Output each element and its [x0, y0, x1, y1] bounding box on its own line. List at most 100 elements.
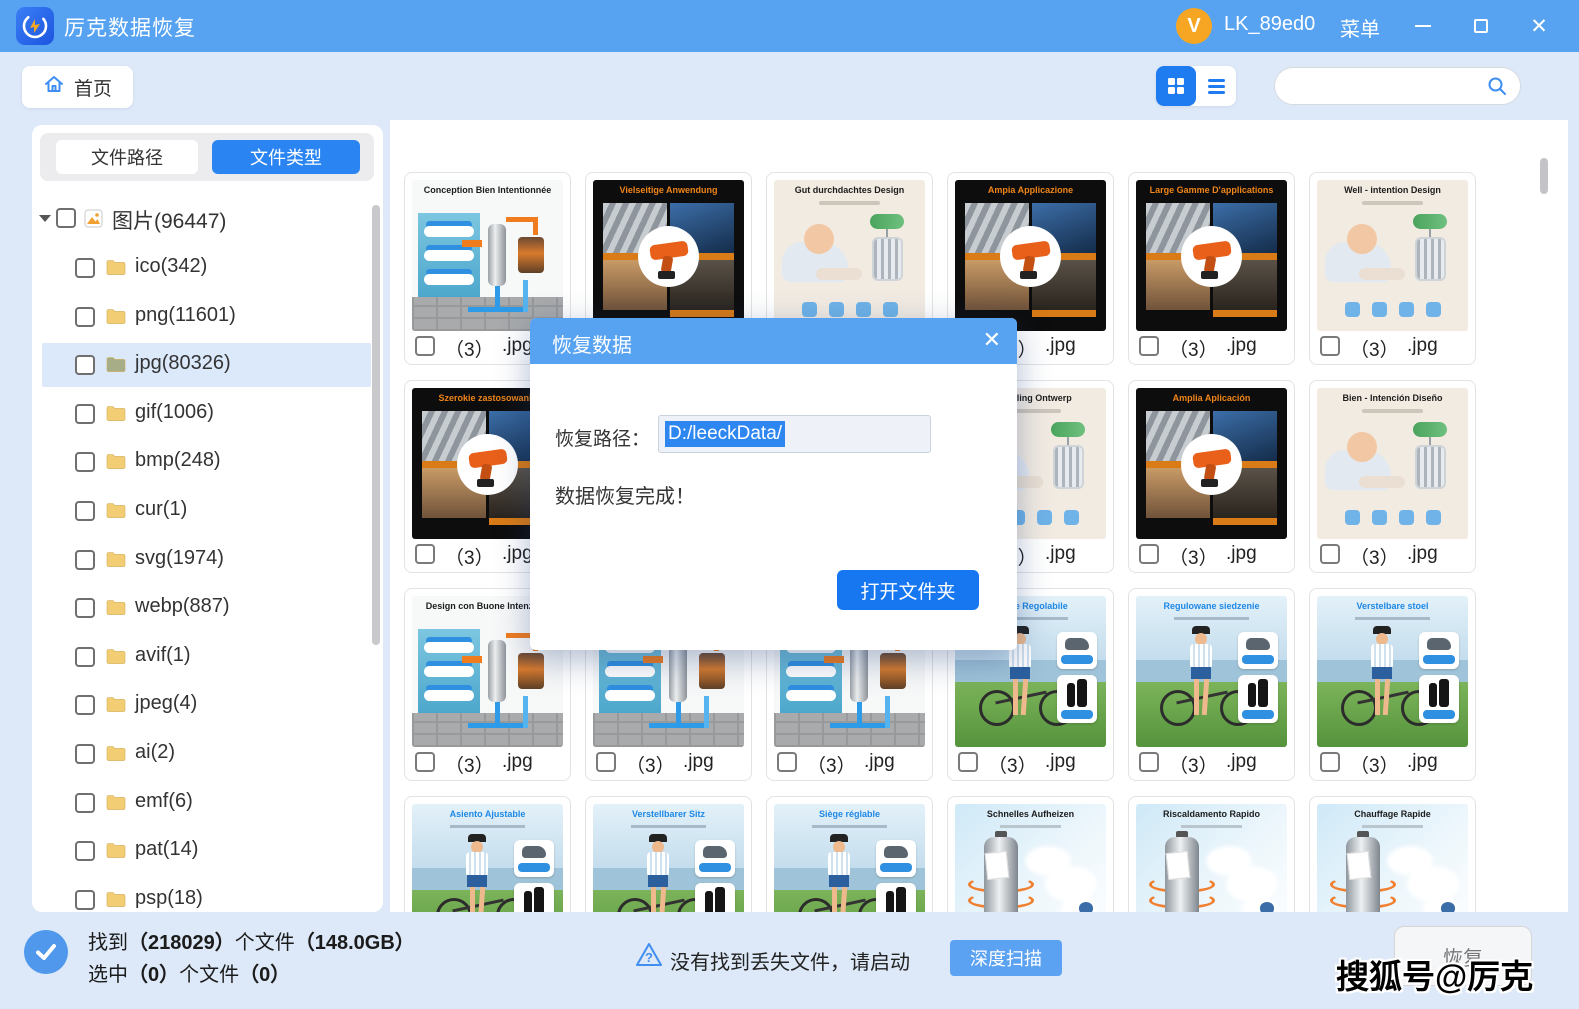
tree-checkbox[interactable] — [75, 550, 95, 570]
file-thumbnail[interactable]: Vielseitige Anwendung — [593, 180, 744, 331]
expander-icon[interactable] — [39, 215, 51, 222]
search-icon[interactable] — [1486, 75, 1508, 102]
file-checkbox[interactable] — [596, 752, 616, 772]
tree-item-ai[interactable]: ai(2) — [32, 732, 383, 776]
file-thumbnail[interactable]: Asiento Ajustable — [412, 804, 563, 912]
file-card[interactable]: Schnelles Aufheizen（3）.jpg — [947, 796, 1114, 912]
file-ext-label: .jpg — [1226, 543, 1257, 565]
tree-item-psp[interactable]: psp(18) — [32, 878, 383, 912]
tree-item-images[interactable]: 图片(96447) — [32, 196, 383, 240]
tree-checkbox[interactable] — [75, 258, 95, 278]
file-thumbnail[interactable]: Large Gamme D'applications — [1136, 180, 1287, 331]
tree-checkbox[interactable] — [75, 452, 95, 472]
tree-item-gif[interactable]: gif(1006) — [32, 392, 383, 436]
file-checkbox[interactable] — [415, 336, 435, 356]
file-card[interactable]: Regulowane siedzenie（3）.jpg — [1128, 588, 1295, 781]
file-thumbnail[interactable]: Conception Bien Intentionnée — [412, 180, 563, 331]
tree-checkbox[interactable] — [75, 890, 95, 910]
file-count-label: （3） — [1169, 543, 1218, 570]
menu-button[interactable]: 菜单 — [1340, 13, 1380, 42]
search-input[interactable] — [1274, 67, 1521, 105]
file-card[interactable]: Riscaldamento Rapido（3）.jpg — [1128, 796, 1295, 912]
file-checkbox[interactable] — [1139, 336, 1159, 356]
file-checkbox[interactable] — [415, 544, 435, 564]
tree-item-webp[interactable]: webp(887) — [32, 586, 383, 630]
deep-scan-button[interactable]: 深度扫描 — [950, 940, 1062, 976]
tree-item-jpeg[interactable]: jpeg(4) — [32, 683, 383, 727]
tab-file-type[interactable]: 文件类型 — [212, 140, 360, 174]
maximize-button[interactable] — [1464, 10, 1498, 42]
tree-item-ico[interactable]: ico(342) — [32, 246, 383, 290]
file-card[interactable]: Bien - Intención Diseño（3）.jpg — [1309, 380, 1476, 573]
file-thumbnail[interactable]: Bien - Intención Diseño — [1317, 388, 1468, 539]
tree-item-pat[interactable]: pat(14) — [32, 829, 383, 873]
file-card[interactable]: Siège réglable（3）.jpg — [766, 796, 933, 912]
tree-item-jpg[interactable]: jpg(80326) — [32, 343, 383, 387]
tree-item-bmp[interactable]: bmp(248) — [32, 440, 383, 484]
file-thumbnail[interactable]: Riscaldamento Rapido — [1136, 804, 1287, 912]
file-card[interactable]: Amplia Aplicación （3） .jpg — [1128, 380, 1295, 573]
file-card[interactable]: Verstellbarer Sitz（3）.jpg — [585, 796, 752, 912]
file-thumbnail[interactable]: Amplia Aplicación — [1136, 388, 1287, 539]
dialog-close-icon[interactable]: ✕ — [983, 327, 1001, 353]
file-checkbox[interactable] — [415, 752, 435, 772]
folder-icon — [106, 453, 126, 475]
tree-checkbox[interactable] — [56, 208, 76, 228]
tree-item-emf[interactable]: emf(6) — [32, 781, 383, 825]
file-card[interactable]: Large Gamme D'applications（3）.jpg — [1128, 172, 1295, 365]
tree-checkbox[interactable] — [75, 355, 95, 375]
file-checkbox[interactable] — [1139, 544, 1159, 564]
file-thumbnail[interactable]: Schnelles Aufheizen — [955, 804, 1106, 912]
file-card[interactable]: Verstelbare stoel（3）.jpg — [1309, 588, 1476, 781]
home-button[interactable]: 首页 — [22, 66, 133, 108]
file-checkbox[interactable] — [1320, 544, 1340, 564]
avatar[interactable]: V — [1176, 8, 1212, 44]
tree-checkbox[interactable] — [75, 307, 95, 327]
file-card[interactable]: Asiento Ajustable（3）.jpg — [404, 796, 571, 912]
tree-item-cur[interactable]: cur(1) — [32, 489, 383, 533]
file-checkbox[interactable] — [777, 752, 797, 772]
sidebar-scrollbar[interactable] — [372, 205, 380, 645]
file-checkbox[interactable] — [1320, 752, 1340, 772]
content-scrollbar[interactable] — [1540, 158, 1548, 194]
tree-item-label: ico(342) — [135, 255, 207, 278]
close-button[interactable]: ✕ — [1522, 10, 1556, 42]
tree-item-avif[interactable]: avif(1) — [32, 635, 383, 679]
file-thumbnail[interactable]: Verstelbare stoel — [1317, 596, 1468, 747]
username[interactable]: LK_89ed0 — [1224, 13, 1315, 36]
file-thumbnail[interactable]: Chauffage Rapide — [1317, 804, 1468, 912]
tree-checkbox[interactable] — [75, 841, 95, 861]
file-checkbox[interactable] — [1139, 752, 1159, 772]
tab-file-path[interactable]: 文件路径 — [56, 140, 198, 174]
view-toggle — [1156, 66, 1236, 106]
file-thumbnail[interactable]: Siège réglable — [774, 804, 925, 912]
file-card[interactable]: Well - intention Design（3）.jpg — [1309, 172, 1476, 365]
images-icon — [84, 209, 103, 233]
minimize-button[interactable] — [1406, 10, 1440, 42]
tree-checkbox[interactable] — [75, 598, 95, 618]
recovery-path-input[interactable]: D:/leeckData/ — [658, 415, 931, 453]
file-ext-label: .jpg — [683, 751, 714, 773]
tree-checkbox[interactable] — [75, 404, 95, 424]
file-checkbox[interactable] — [958, 752, 978, 772]
file-thumbnail[interactable]: Regulowane siedzenie — [1136, 596, 1287, 747]
file-thumbnail[interactable]: Gut durchdachtes Design — [774, 180, 925, 331]
grid-view-button[interactable] — [1156, 66, 1196, 106]
file-thumbnail[interactable]: Verstellbarer Sitz — [593, 804, 744, 912]
open-folder-button[interactable]: 打开文件夹 — [837, 570, 979, 610]
tree-checkbox[interactable] — [75, 647, 95, 667]
file-checkbox[interactable] — [1320, 336, 1340, 356]
tree-item-png[interactable]: png(11601) — [32, 295, 383, 339]
tree-item-svg[interactable]: svg(1974) — [32, 538, 383, 582]
file-thumbnail[interactable]: Ampia Applicazione — [955, 180, 1106, 331]
recover-dialog-header[interactable]: 恢复数据 ✕ — [530, 318, 1017, 364]
selected-files-stat: 选中（0）个文件（0） — [88, 958, 290, 987]
tree-checkbox[interactable] — [75, 793, 95, 813]
list-view-button[interactable] — [1196, 66, 1236, 106]
file-thumbnail[interactable]: Well - intention Design — [1317, 180, 1468, 331]
tree-checkbox[interactable] — [75, 744, 95, 764]
file-card[interactable]: Chauffage Rapide（3）.jpg — [1309, 796, 1476, 912]
tree-checkbox[interactable] — [75, 501, 95, 521]
folder-icon — [106, 308, 126, 330]
tree-checkbox[interactable] — [75, 695, 95, 715]
